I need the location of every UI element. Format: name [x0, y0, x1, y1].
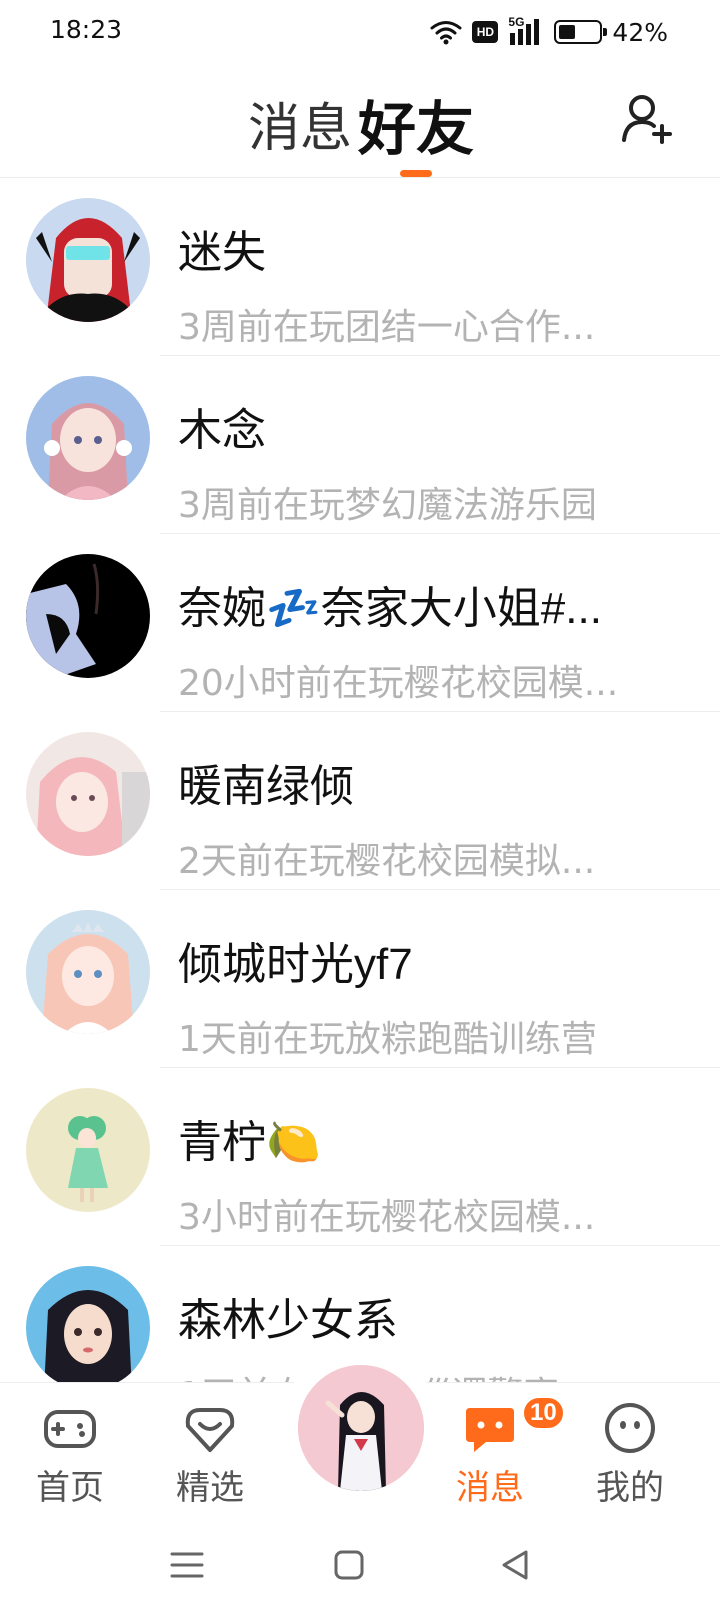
- status-bar: 18:23 HD 5G 42%: [0, 0, 720, 66]
- battery-icon: [554, 20, 608, 44]
- nav-featured[interactable]: 精选: [150, 1400, 270, 1509]
- nav-mine[interactable]: 我的: [570, 1400, 690, 1509]
- battery-percent: 42%: [612, 17, 668, 47]
- friend-name: 倾城时光yf7: [178, 940, 413, 989]
- active-tab-indicator: [400, 170, 432, 177]
- avatar[interactable]: [26, 1266, 150, 1390]
- add-friend-icon[interactable]: [620, 90, 676, 146]
- friend-status: 1天前在玩放粽跑酷训练营: [178, 1019, 597, 1060]
- cellular-signal-icon: 5G: [508, 15, 544, 47]
- friend-name: 暖南绿倾: [178, 762, 354, 811]
- friend-status: 3周前在玩梦幻魔法游乐园: [178, 485, 597, 526]
- friend-status: 3周前在玩团结一心合作...: [178, 307, 596, 348]
- face-icon: [605, 1403, 655, 1453]
- avatar[interactable]: [26, 198, 150, 322]
- wifi-icon: [430, 21, 462, 45]
- nav-featured-label: 精选: [176, 1468, 244, 1508]
- status-time: 18:23: [50, 15, 123, 44]
- friend-name: 迷失: [178, 228, 266, 277]
- avatar[interactable]: [26, 910, 150, 1034]
- friend-row[interactable]: 迷失 3周前在玩团结一心合作...: [0, 178, 720, 356]
- friend-row[interactable]: 木念 3周前在玩梦幻魔法游乐园: [0, 356, 720, 534]
- gamepad-icon: [44, 1410, 96, 1448]
- friend-row[interactable]: 暖南绿倾 2天前在玩樱花校园模拟...: [0, 712, 720, 890]
- nav-mine-label: 我的: [596, 1468, 664, 1508]
- back-triangle-icon[interactable]: [490, 1540, 540, 1590]
- friend-row[interactable]: 倾城时光yf7 1天前在玩放粽跑酷训练营: [0, 890, 720, 1068]
- tab-messages[interactable]: 消息: [248, 86, 352, 161]
- avatar[interactable]: [26, 376, 150, 500]
- menu-icon[interactable]: [162, 1540, 212, 1590]
- friend-name: 奈婉💤奈家大小姐#...: [178, 584, 602, 633]
- tab-friends[interactable]: 好友: [358, 82, 474, 166]
- center-avatar-button[interactable]: [298, 1365, 424, 1491]
- chat-bubble-icon: [466, 1408, 514, 1452]
- status-icons: HD 5G 42%: [430, 14, 668, 50]
- home-square-icon[interactable]: [324, 1540, 374, 1590]
- friend-name: 森林少女系: [178, 1296, 398, 1345]
- unread-badge: 10: [522, 1396, 565, 1430]
- friend-status: 20小时前在玩樱花校园模...: [178, 663, 619, 704]
- hd-icon: HD: [472, 21, 499, 43]
- friend-status: 3小时前在玩樱花校园模...: [178, 1197, 596, 1238]
- friend-name: 青柠🍋: [178, 1118, 321, 1167]
- nav-messages-label: 消息: [456, 1468, 524, 1508]
- avatar[interactable]: [26, 1088, 150, 1212]
- friend-row[interactable]: 奈婉💤奈家大小姐#... 20小时前在玩樱花校园模...: [0, 534, 720, 712]
- friend-status: 2天前在玩樱花校园模拟...: [178, 841, 596, 882]
- avatar[interactable]: [26, 732, 150, 856]
- nav-home-label: 首页: [36, 1468, 104, 1508]
- system-nav-bar: [0, 1518, 720, 1612]
- friend-name: 木念: [178, 406, 266, 455]
- nav-home[interactable]: 首页: [10, 1400, 130, 1509]
- page-header: 消息 好友: [0, 66, 720, 178]
- friend-row[interactable]: 青柠🍋 3小时前在玩樱花校园模...: [0, 1068, 720, 1246]
- avatar[interactable]: [26, 554, 150, 678]
- heart-diamond-icon: [185, 1408, 235, 1452]
- friend-list: 迷失 3周前在玩团结一心合作... 木念 3周前在玩梦幻魔法游乐园 奈婉💤奈家大…: [0, 178, 720, 1424]
